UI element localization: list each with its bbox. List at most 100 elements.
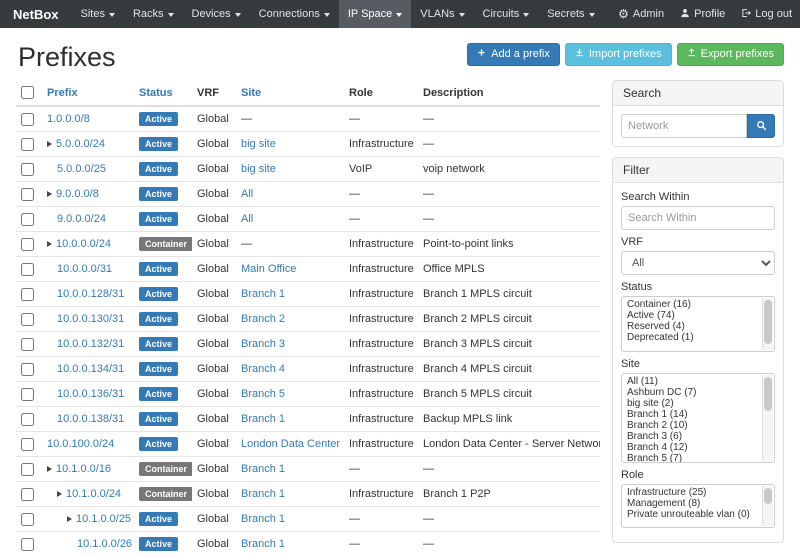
expand-caret-icon[interactable] xyxy=(57,491,62,497)
nav-item[interactable]: IP Space xyxy=(339,0,411,28)
role-filter-select[interactable]: Infrastructure (25)Management (8)Private… xyxy=(621,484,775,528)
site-link[interactable]: Branch 1 xyxy=(241,413,285,425)
prefix-link[interactable]: 5.0.0.0/24 xyxy=(56,138,105,150)
select-option[interactable]: Active (74) xyxy=(624,310,760,321)
site-link[interactable]: Branch 5 xyxy=(241,388,285,400)
prefix-link[interactable]: 10.0.0.130/31 xyxy=(57,313,124,325)
prefix-link[interactable]: 10.0.0.0/31 xyxy=(57,263,112,275)
site-link[interactable]: All xyxy=(241,213,253,225)
row-checkbox[interactable] xyxy=(21,413,34,426)
expand-caret-icon[interactable] xyxy=(47,141,52,147)
app-logo[interactable]: NetBox xyxy=(0,0,72,28)
select-option[interactable]: Branch 4 (12) xyxy=(624,442,760,453)
select-option[interactable]: big site (2) xyxy=(624,398,760,409)
select-option[interactable]: Infrastructure (25) xyxy=(624,487,760,498)
prefix-link[interactable]: 5.0.0.0/25 xyxy=(57,163,106,175)
site-link[interactable]: Branch 1 xyxy=(241,488,285,500)
row-checkbox[interactable] xyxy=(21,488,34,501)
site-link[interactable]: London Data Center xyxy=(241,438,340,450)
prefix-link[interactable]: 10.0.0.138/31 xyxy=(57,413,124,425)
expand-caret-icon[interactable] xyxy=(47,241,52,247)
select-option[interactable]: Ashburn DC (7) xyxy=(624,387,760,398)
select-option[interactable]: Deprecated (1) xyxy=(624,332,760,343)
row-checkbox[interactable] xyxy=(21,188,34,201)
site-link[interactable]: Branch 4 xyxy=(241,363,285,375)
prefix-link[interactable]: 10.1.0.0/26 xyxy=(77,538,132,550)
scrollbar-thumb[interactable] xyxy=(764,300,772,344)
site-link[interactable]: Branch 1 xyxy=(241,538,285,550)
row-checkbox[interactable] xyxy=(21,313,34,326)
site-link[interactable]: big site xyxy=(241,163,276,175)
row-checkbox[interactable] xyxy=(21,263,34,276)
row-checkbox[interactable] xyxy=(21,213,34,226)
row-checkbox[interactable] xyxy=(21,538,34,551)
select-option[interactable]: Branch 5 (7) xyxy=(624,453,760,463)
import-prefixes-button[interactable]: Import prefixes xyxy=(565,43,672,66)
expand-caret-icon[interactable] xyxy=(47,466,52,472)
scrollbar-thumb[interactable] xyxy=(764,377,772,411)
search-input[interactable] xyxy=(621,114,747,138)
row-checkbox[interactable] xyxy=(21,113,34,126)
export-prefixes-button[interactable]: Export prefixes xyxy=(677,43,784,66)
expand-caret-icon[interactable] xyxy=(47,191,52,197)
prefix-link[interactable]: 10.1.0.0/16 xyxy=(56,463,111,475)
row-checkbox[interactable] xyxy=(21,388,34,401)
listbox-scrollbar[interactable] xyxy=(762,298,773,350)
listbox-scrollbar[interactable] xyxy=(762,375,773,461)
prefix-link[interactable]: 10.0.0.128/31 xyxy=(57,288,124,300)
select-option[interactable]: Branch 1 (14) xyxy=(624,409,760,420)
site-link[interactable]: Branch 2 xyxy=(241,313,285,325)
prefix-link[interactable]: 10.0.0.0/24 xyxy=(56,238,111,250)
listbox-scrollbar[interactable] xyxy=(762,486,773,526)
row-checkbox[interactable] xyxy=(21,163,34,176)
nav-logout[interactable]: Log out xyxy=(733,0,800,28)
site-link[interactable]: Branch 1 xyxy=(241,513,285,525)
site-link[interactable]: Branch 1 xyxy=(241,288,285,300)
nav-item[interactable]: Sites xyxy=(72,0,124,28)
row-checkbox[interactable] xyxy=(21,363,34,376)
prefix-link[interactable]: 10.1.0.0/24 xyxy=(66,488,121,500)
site-link[interactable]: Branch 1 xyxy=(241,463,285,475)
add-prefix-button[interactable]: Add a prefix xyxy=(467,43,560,66)
row-checkbox[interactable] xyxy=(21,438,34,451)
prefix-link[interactable]: 10.0.100.0/24 xyxy=(47,438,114,450)
prefix-link[interactable]: 10.0.0.132/31 xyxy=(57,338,124,350)
scrollbar-thumb[interactable] xyxy=(764,488,772,504)
nav-profile[interactable]: Profile xyxy=(672,0,733,28)
select-option[interactable]: All (11) xyxy=(624,376,760,387)
site-link[interactable]: Branch 3 xyxy=(241,338,285,350)
row-checkbox[interactable] xyxy=(21,238,34,251)
site-link[interactable]: big site xyxy=(241,138,276,150)
site-link[interactable]: All xyxy=(241,188,253,200)
status-filter-select[interactable]: Container (16)Active (74)Reserved (4)Dep… xyxy=(621,296,775,352)
expand-caret-icon[interactable] xyxy=(67,516,72,522)
sort-status-header[interactable]: Status xyxy=(139,87,173,99)
sort-prefix-header[interactable]: Prefix xyxy=(47,87,78,99)
nav-item[interactable]: Secrets xyxy=(538,0,603,28)
select-option[interactable]: Branch 2 (10) xyxy=(624,420,760,431)
select-option[interactable]: Branch 3 (6) xyxy=(624,431,760,442)
vrf-filter-select[interactable]: All xyxy=(621,251,775,275)
select-all-checkbox[interactable] xyxy=(21,86,34,99)
search-button[interactable] xyxy=(747,114,775,138)
search-within-input[interactable] xyxy=(621,206,775,230)
prefix-link[interactable]: 10.0.0.134/31 xyxy=(57,363,124,375)
prefix-link[interactable]: 9.0.0.0/8 xyxy=(56,188,99,200)
prefix-link[interactable]: 10.0.0.136/31 xyxy=(57,388,124,400)
site-link[interactable]: Main Office xyxy=(241,263,296,275)
nav-item[interactable]: Devices xyxy=(183,0,250,28)
nav-item[interactable]: Racks xyxy=(124,0,183,28)
nav-item[interactable]: VLANs xyxy=(411,0,473,28)
prefix-link[interactable]: 1.0.0.0/8 xyxy=(47,113,90,125)
site-filter-select[interactable]: All (11)Ashburn DC (7)big site (2)Branch… xyxy=(621,373,775,463)
sort-site-header[interactable]: Site xyxy=(241,87,261,99)
row-checkbox[interactable] xyxy=(21,513,34,526)
row-checkbox[interactable] xyxy=(21,288,34,301)
prefix-link[interactable]: 9.0.0.0/24 xyxy=(57,213,106,225)
row-checkbox[interactable] xyxy=(21,338,34,351)
select-option[interactable]: Management (8) xyxy=(624,498,760,509)
select-option[interactable]: Reserved (4) xyxy=(624,321,760,332)
prefix-link[interactable]: 10.1.0.0/25 xyxy=(76,513,131,525)
row-checkbox[interactable] xyxy=(21,138,34,151)
nav-admin[interactable]: ⚙ Admin xyxy=(610,0,672,28)
